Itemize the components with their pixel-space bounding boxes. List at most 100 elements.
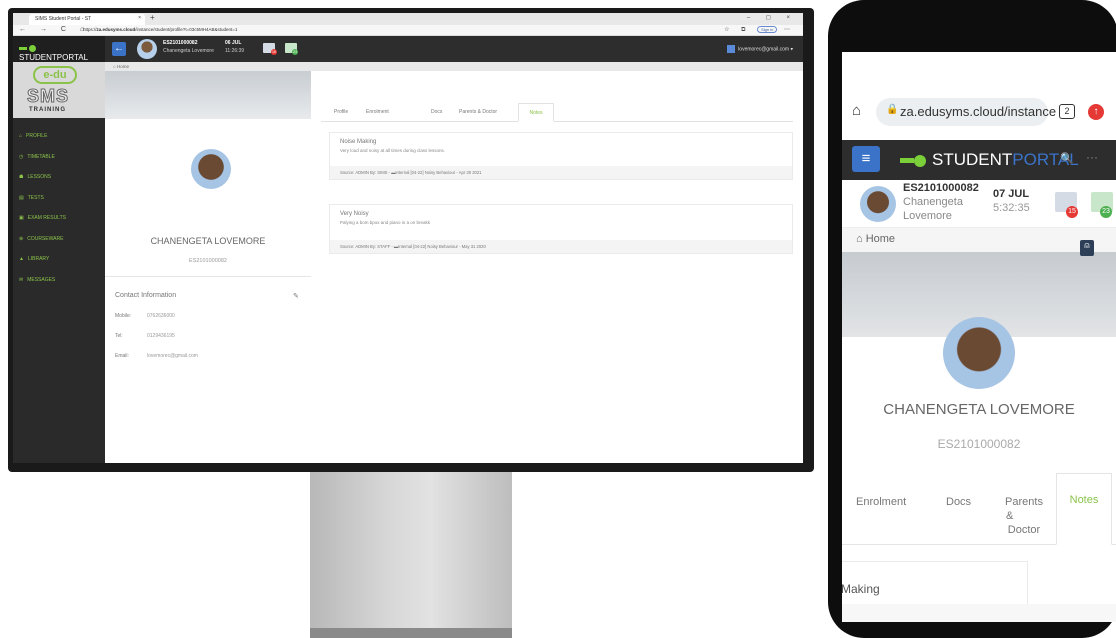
avatar[interactable] [860,186,896,222]
avatar[interactable] [137,39,157,59]
window-controls[interactable]: – ◻ × [747,14,797,21]
contact-title: Contact Information [115,292,177,299]
app-header: STUDENTPORTAL ← ES2101000082 Chanengeta … [13,36,803,62]
breadcrumb-home[interactable]: ⌂ Home [856,233,895,245]
tab-notes[interactable]: Notes [518,103,554,122]
sidebar-item-exam-results[interactable]: ▣ EXAM RESULTS [13,208,105,229]
search-icon[interactable]: 🔍 [1060,152,1074,165]
profile-tabs: Profile Enrolment Docs Parents & Doctor … [321,103,793,122]
brand-bar-icon [19,47,27,51]
profile-name: CHANENGETA LOVEMORE [883,401,1075,418]
header-date: 07 JUL [993,188,1030,200]
breadcrumb: ⌂ Home [105,62,803,71]
email-value[interactable]: lovemorec@gmail.com [147,353,198,359]
tab-notes[interactable]: Notes [1056,473,1112,545]
edit-icon[interactable]: ✎ [293,292,299,300]
sidebar-item-courseware[interactable]: ⊕ COURSEWARE [13,229,105,250]
more-icon[interactable]: ⋯ [784,27,795,33]
url-field[interactable]: https://za.edusyms.cloud/instance/studen… [83,27,237,32]
sign-in-button[interactable]: Sign in [757,26,778,33]
sidebar-item-label: EXAM RESULTS [27,215,66,222]
news-badge: 15 [1066,206,1078,218]
tab-docs[interactable]: Docs [431,109,442,115]
school-logo: e-du SMS TRAINING [13,62,105,118]
clock-icon: ◷ [19,153,24,160]
tab-docs[interactable]: Docs [946,495,971,509]
note-source: Source: ADMIN By: STAFF - ▬Internal [04-… [330,240,792,253]
phone-notch [900,18,1020,42]
breadcrumb: ⌂ Home [842,228,1116,252]
header-date: 06 JUL [225,40,242,46]
student-first-name: Chanengeta [903,196,963,208]
hamburger-menu-icon[interactable]: ≡ [852,146,880,172]
tab-count-button[interactable]: 2 [1059,104,1075,119]
url-host: za.edusyms.cloud [96,27,136,32]
sidebar-item-label: COURSEWARE [27,235,64,242]
messages-icon: ✉ [19,276,24,283]
divider [105,276,311,277]
news-badge: 15 [271,49,277,55]
browser-tab[interactable]: SIMS Student Portal - ST × [29,14,145,25]
logo-sms: SMS [26,86,70,107]
logo-edu: e-du [33,66,77,84]
phone-nav-bar [842,604,1116,622]
sidebar-item-label: LIBRARY [27,256,50,263]
update-icon[interactable]: ↑ [1088,104,1104,120]
more-icon[interactable]: ··· [1086,150,1098,164]
note-source: Source: ADMIN By: SIMS - ▬Internal [04-2… [330,166,792,179]
note-title: Making [842,582,880,596]
profile-id: ES2101000082 [189,258,227,264]
tel-label: Tel: [115,333,123,339]
user-icon[interactable]: ⍝ [1080,240,1094,256]
url-prefix: https:// [83,27,97,32]
desktop-screen: SIMS Student Portal - ST × + – ◻ × ← → C… [13,13,803,463]
student-id: ES2101000082 [163,40,198,46]
sidebar-item-tests[interactable]: ▤ TESTS [13,188,105,209]
lessons-icon: ☗ [19,174,24,181]
sidebar-item-library[interactable]: ▲ LIBRARY [13,249,105,270]
note-desc: Palying a bom bpox and piano in a on bre… [340,220,431,225]
browser-nav-buttons[interactable]: ← → C ⌂ [19,26,90,33]
tab-enrolment[interactable]: Enrolment [366,109,389,115]
breadcrumb-home[interactable]: ⌂ Home [113,64,129,69]
profile-avatar [943,317,1015,389]
url-path: /instance/student/profile?t=03c5MH4AB&st… [135,27,238,32]
tab-parents-doctor[interactable]: Parents & Doctor [1002,495,1046,537]
phone-url: za.edusyms.cloud/instance [900,104,1057,119]
user-menu[interactable]: lovemorec@gmail.com ▾ [727,45,793,53]
tab-parents-doctor[interactable]: Parents & Doctor [459,109,497,115]
sidebar-item-lessons[interactable]: ☗ LESSONS [13,167,105,188]
phone-url-field[interactable]: 🔒 za.edusyms.cloud/instance [876,98,1056,126]
note-card: Noise Making Very loud and noisy at all … [329,132,793,180]
tab-close-icon[interactable]: × [138,15,141,21]
phone-brand-logo[interactable]: STUDENTPORTAL [900,150,1079,170]
sidebar-item-timetable[interactable]: ◷ TIMETABLE [13,147,105,168]
phone-screen: ⌂ 🔒 za.edusyms.cloud/instance 2 ↑ ≡ STUDE… [842,52,1116,622]
sidebar-item-label: LESSONS [27,174,52,181]
header-time: 11:26:39 [225,48,245,54]
profile-banner [105,71,311,119]
new-tab-button[interactable]: + [150,13,155,22]
monitor-stand-base [310,628,512,638]
browser-address-bar: ← → C ⌂ https://za.edusyms.cloud/instanc… [13,25,803,36]
sidebar: e-du SMS TRAINING ⌂ PROFILE ◷ TIMETABLE ☗ L… [13,62,105,463]
star-icon[interactable]: ☆ [724,27,734,33]
sidebar-item-messages[interactable]: ✉ MESSAGES [13,270,105,291]
note-title: Noise Making [340,139,377,145]
profile-avatar [191,149,231,189]
home-icon[interactable]: ⌂ [852,102,861,119]
brand-student: STUDENT [932,150,1013,169]
back-arrow-icon[interactable]: ← [112,42,126,56]
contact-tel: Tel: 0129436195 [115,333,175,339]
library-icon: ▲ [19,256,24,263]
collections-icon[interactable]: ⧉ [741,27,750,33]
brand-logo[interactable]: STUDENTPORTAL [13,36,105,62]
sidebar-item-profile[interactable]: ⌂ PROFILE [13,126,105,147]
sidebar-item-label: TIMETABLE [27,153,55,160]
tab-profile[interactable]: Profile [334,109,348,115]
phone-student-bar: ES2101000082 Chanengeta Lovemore 07 JUL … [842,180,1116,228]
sidebar-item-label: TESTS [27,194,44,201]
tab-enrolment[interactable]: Enrolment [856,495,906,509]
tests-icon: ▤ [19,194,24,201]
user-icon [727,45,736,53]
